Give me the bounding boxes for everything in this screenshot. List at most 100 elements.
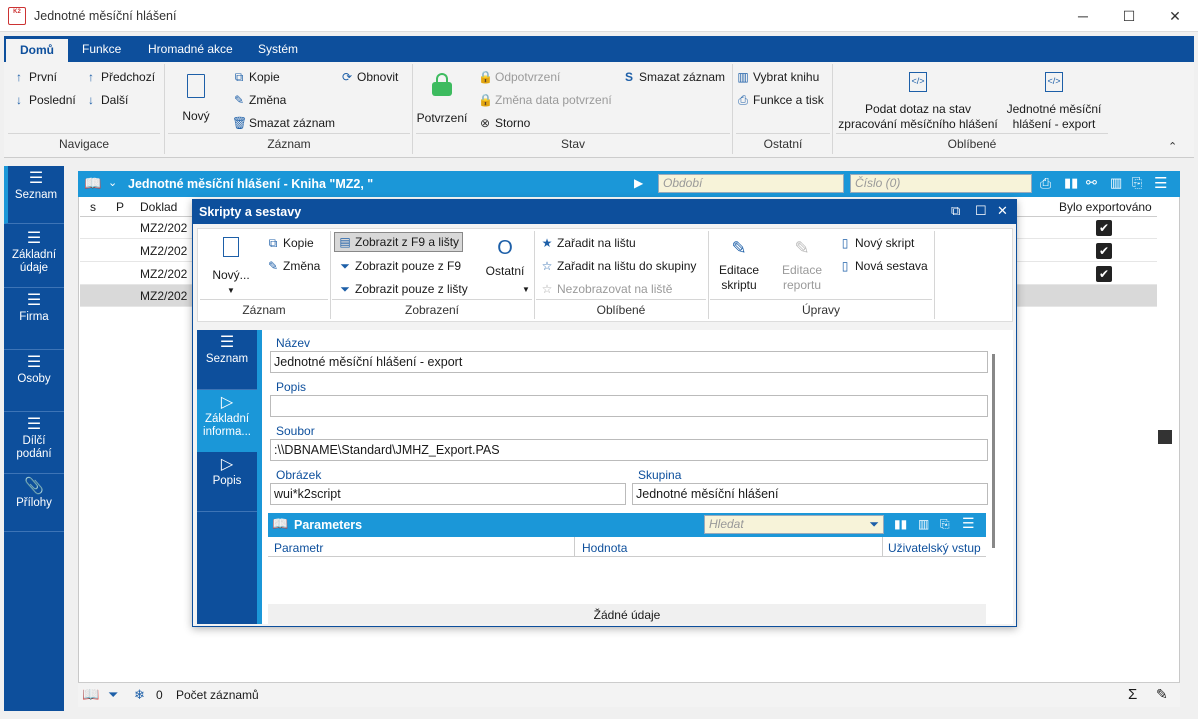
bar-chart-icon[interactable]: ▮▮ bbox=[1064, 175, 1078, 191]
collapse-ribbon-icon[interactable]: ⌃ bbox=[1168, 140, 1177, 153]
delete-record-button-2[interactable]: S Smazat záznam bbox=[622, 69, 725, 85]
export-excel-icon[interactable]: ⎘ bbox=[1132, 175, 1142, 191]
confirm-button[interactable]: Potvrzení bbox=[416, 73, 468, 126]
edit-script-button[interactable]: ✎ Editace skriptu bbox=[714, 237, 764, 293]
show-f9-only-button[interactable]: ⏷ Zobrazit pouze z F9 bbox=[338, 258, 461, 274]
period-filter[interactable]: Období bbox=[658, 174, 844, 193]
first-button[interactable]: ↑ První bbox=[12, 69, 57, 85]
storno-button[interactable]: ⊗ Storno bbox=[478, 115, 530, 131]
popis-field[interactable] bbox=[270, 395, 988, 417]
edit-report-button[interactable]: ✎ Editace reportu bbox=[774, 237, 830, 293]
list-icon: ☰ bbox=[26, 354, 42, 371]
bar-chart-icon[interactable]: ▮▮ bbox=[894, 517, 907, 531]
export-button[interactable]: </> Jednotné měsíční hlášení - export bbox=[1004, 72, 1104, 132]
previous-button[interactable]: ↑ Předchozí bbox=[84, 69, 155, 85]
other-button[interactable]: O Ostatní bbox=[480, 237, 530, 279]
form-scrollbar[interactable] bbox=[992, 354, 995, 548]
obrazek-field[interactable]: wui*k2script bbox=[270, 483, 626, 505]
maximize-button[interactable]: ☐ bbox=[1106, 0, 1152, 32]
doklad-cell: MZ2/202 bbox=[140, 244, 188, 258]
snowflake-icon[interactable]: ❄ bbox=[134, 687, 145, 703]
last-button[interactable]: ↓ Poslední bbox=[12, 92, 76, 108]
dialog-nav-seznam[interactable]: ☰ Seznam bbox=[197, 330, 257, 390]
show-bar-only-button[interactable]: ⏷ Zobrazit pouze z lišty bbox=[338, 281, 468, 297]
dialog-nav-popis[interactable]: ▷ Popis bbox=[197, 452, 257, 512]
nav-osoby[interactable]: ☰ Osoby bbox=[4, 350, 64, 412]
printer-icon[interactable]: ⎙ bbox=[1040, 175, 1051, 192]
hide-from-bar-button[interactable]: ☆ Nezobrazovat na liště bbox=[540, 281, 673, 297]
params-search[interactable]: Hledat ⏷ bbox=[704, 515, 884, 534]
group-label-zobrazeni: Zobrazení bbox=[404, 303, 460, 317]
col-s[interactable]: s bbox=[90, 199, 96, 216]
delete-record-button[interactable]: 🗑 Smazat záznam bbox=[232, 115, 335, 131]
close-icon[interactable]: ✕ bbox=[997, 203, 1008, 219]
tab-domu[interactable]: Domů bbox=[6, 39, 68, 62]
col-p[interactable]: P bbox=[116, 199, 124, 216]
select-book-button[interactable]: ▥ Vybrat knihu bbox=[736, 69, 819, 85]
copy-button[interactable]: ⧉ Kopie bbox=[232, 69, 280, 85]
tab-hromadne-akce[interactable]: Hromadné akce bbox=[134, 36, 247, 62]
print-functions-button[interactable]: ⎙ Funkce a tisk bbox=[736, 92, 824, 108]
columns-icon[interactable]: ▥ bbox=[1110, 175, 1122, 191]
add-to-bar-group-button[interactable]: ☆ Zařadit na lištu do skupiny bbox=[540, 258, 697, 274]
maximize-icon[interactable]: ☐ bbox=[975, 203, 987, 219]
new-script-button[interactable]: Nový... ▼ bbox=[204, 237, 258, 299]
pencil-icon: ✎ bbox=[233, 93, 245, 107]
book-icon: 📖 bbox=[272, 516, 289, 531]
play-icon[interactable]: ▶ bbox=[634, 176, 643, 190]
nazev-label: Název bbox=[276, 336, 311, 350]
params-empty-row: Žádné údaje bbox=[268, 604, 986, 624]
export-excel-icon[interactable]: ⎘ bbox=[940, 517, 950, 532]
nav-zakladni-udaje[interactable]: ☰ Základní údaje bbox=[4, 226, 64, 288]
obrazek-label: Obrázek bbox=[276, 468, 322, 482]
add-to-bar-button[interactable]: ★ Zařadit na lištu bbox=[540, 235, 636, 251]
app-logo: K2 bbox=[8, 7, 26, 25]
col-doklad[interactable]: Doklad bbox=[140, 199, 177, 216]
window-title: Jednotné měsíční hlášení bbox=[34, 9, 177, 23]
nav-dilci-podani[interactable]: ☰ Dílčí podání bbox=[4, 412, 64, 474]
change-confirm-date-button[interactable]: 🔒 Změna data potvrzení bbox=[478, 92, 612, 108]
minimize-button[interactable]: ─ bbox=[1060, 0, 1106, 32]
col-hodnota[interactable]: Hodnota bbox=[582, 541, 627, 555]
soubor-field[interactable]: :\\DBNAME\Standard\JMHZ_Export.PAS bbox=[270, 439, 988, 461]
next-button[interactable]: ↓ Další bbox=[84, 92, 128, 108]
edit-button[interactable]: ✎ Změna bbox=[266, 258, 320, 274]
tab-funkce[interactable]: Funkce bbox=[68, 36, 135, 62]
show-f9-and-bar-button[interactable]: ▤ Zobrazit z F9 a lišty bbox=[334, 232, 464, 252]
dialog-nav-basic-info[interactable]: ▷ Základní informa... bbox=[197, 390, 257, 452]
close-button[interactable]: ✕ bbox=[1152, 0, 1198, 32]
submit-query-button[interactable]: </> Podat dotaz na stav zpracování měsíč… bbox=[836, 72, 1000, 132]
sum-icon[interactable]: Σ bbox=[1128, 686, 1137, 703]
nav-firma[interactable]: ☰ Firma bbox=[4, 288, 64, 350]
doklad-cell: MZ2/202 bbox=[140, 289, 188, 303]
new-button[interactable]: Nový bbox=[176, 74, 216, 124]
network-icon[interactable]: ⚯ bbox=[1086, 175, 1097, 191]
nav-prilohy[interactable]: 📎 Přílohy bbox=[4, 474, 64, 532]
refresh-button[interactable]: ⟳ Obnovit bbox=[340, 69, 398, 85]
new-report-button[interactable]: ▯ Nová sestava bbox=[838, 258, 928, 274]
chevron-down-icon[interactable]: ⌄ bbox=[108, 176, 117, 189]
copy-button[interactable]: ⧉ Kopie bbox=[266, 235, 314, 251]
number-filter[interactable]: Číslo (0) bbox=[850, 174, 1032, 193]
nazev-field[interactable]: Jednotné měsíční hlášení - export bbox=[270, 351, 988, 373]
columns-icon[interactable]: ▥ bbox=[918, 517, 929, 531]
filter-icon[interactable]: ⏷ bbox=[108, 687, 118, 703]
ribbon-tabs: Domů Funkce Hromadné akce Systém bbox=[4, 36, 1194, 62]
skupina-field[interactable]: Jednotné měsíční hlášení bbox=[632, 483, 988, 505]
menu-icon[interactable]: ☰ bbox=[1154, 174, 1167, 192]
menu-icon[interactable]: ☰ bbox=[962, 515, 975, 532]
book-icon[interactable]: 📖 bbox=[82, 686, 99, 703]
list-icon: ☰ bbox=[26, 292, 42, 309]
col-uzivatelsky-vstup[interactable]: Uživatelský vstup bbox=[888, 541, 981, 555]
dropdown-arrow-icon[interactable]: ▼ bbox=[522, 285, 530, 294]
pencil-icon[interactable]: ✎ bbox=[1156, 686, 1168, 703]
edit-button[interactable]: ✎ Změna bbox=[232, 92, 286, 108]
col-exported[interactable]: Bylo exportováno bbox=[1059, 199, 1152, 216]
tab-system[interactable]: Systém bbox=[244, 36, 312, 62]
nav-seznam[interactable]: ☰ Seznam bbox=[4, 166, 64, 224]
new-script-button-2[interactable]: ▯ Nový skript bbox=[838, 235, 915, 251]
restore-icon[interactable]: ⧉ bbox=[951, 203, 960, 219]
scrollbar-thumb[interactable] bbox=[1158, 430, 1172, 444]
unconfirm-button[interactable]: 🔒 Odpotvrzení bbox=[478, 69, 560, 85]
col-parametr[interactable]: Parametr bbox=[274, 541, 323, 555]
